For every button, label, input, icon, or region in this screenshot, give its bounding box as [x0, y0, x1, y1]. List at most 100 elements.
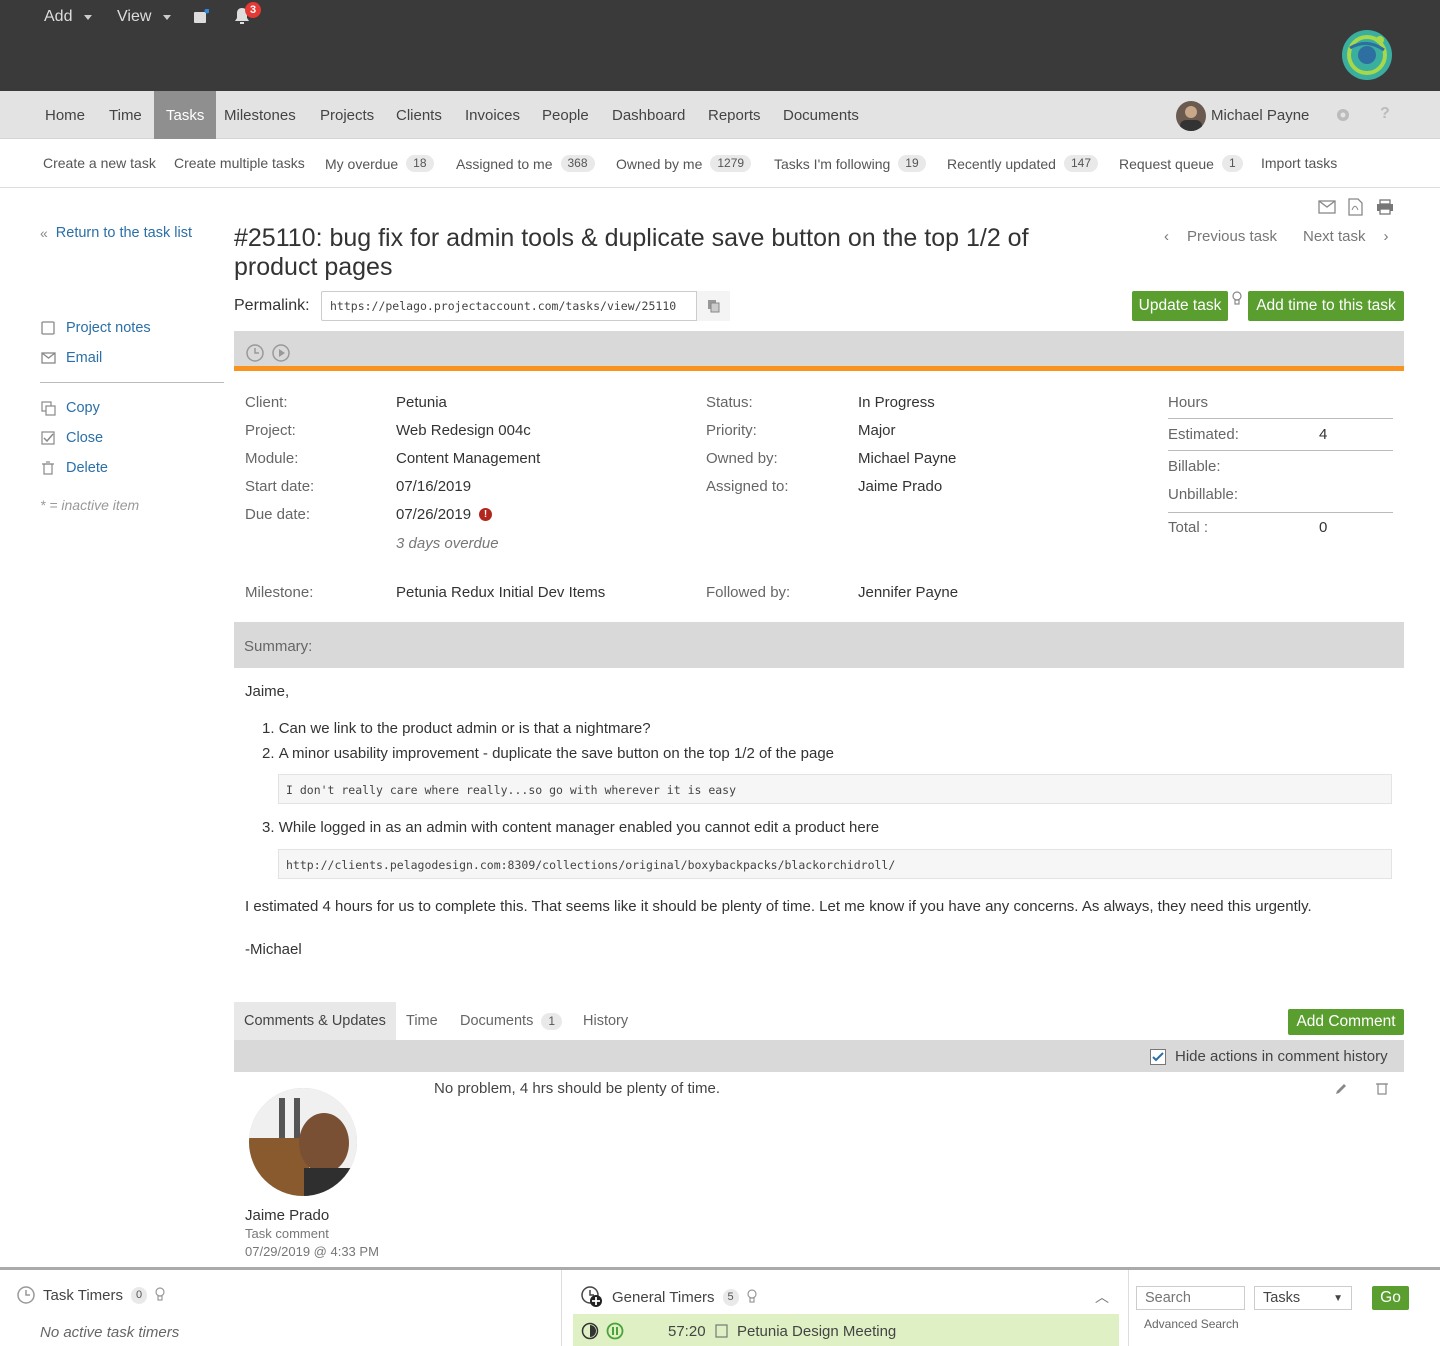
chevron-left-icon: ‹	[1164, 228, 1169, 245]
clock-icon	[17, 1286, 35, 1304]
nav-home[interactable]: Home	[45, 91, 85, 139]
search-input[interactable]	[1136, 1286, 1245, 1310]
chevron-up-icon[interactable]: ︿	[1095, 1287, 1109, 1307]
update-task-button[interactable]: Update task	[1132, 291, 1228, 321]
pencil-icon[interactable]	[1334, 1082, 1348, 1099]
play-icon[interactable]	[272, 344, 290, 365]
app-logo-icon[interactable]	[1340, 28, 1394, 85]
client-value: Petunia	[396, 394, 447, 411]
timer-time: 57:20	[668, 1323, 706, 1340]
summary-header: Summary:	[234, 622, 1404, 668]
hours-divider	[1168, 418, 1393, 419]
nav-projects[interactable]: Projects	[320, 91, 374, 139]
caret-down-icon: ▼	[1333, 1292, 1343, 1304]
lightbulb-icon[interactable]	[747, 1289, 757, 1305]
nav-people[interactable]: People	[542, 91, 589, 139]
gear-icon[interactable]	[1335, 107, 1351, 126]
milestone-value[interactable]: Petunia Redux Initial Dev Items	[396, 584, 605, 601]
lightbulb-icon[interactable]	[155, 1287, 165, 1303]
search-scope-select[interactable]: Tasks ▼	[1254, 1286, 1352, 1310]
summary-list-item: 2. A minor usability improvement - dupli…	[262, 745, 835, 762]
recent-link[interactable]: Recently updated 147	[947, 155, 1098, 172]
request-queue-link[interactable]: Request queue 1	[1119, 155, 1243, 172]
nav-invoices[interactable]: Invoices	[465, 91, 520, 139]
nav-milestones[interactable]: Milestones	[224, 91, 296, 139]
trash-icon[interactable]	[1376, 1081, 1388, 1098]
timer-toggle-icon[interactable]	[581, 1322, 599, 1340]
create-task-link[interactable]: Create a new task	[43, 155, 156, 171]
lightbulb-icon[interactable]	[1232, 291, 1242, 310]
return-to-list-link[interactable]: «Return to the task list	[40, 225, 192, 241]
delete-link[interactable]: Delete	[40, 460, 108, 476]
pause-icon[interactable]	[606, 1322, 624, 1340]
notes-icon[interactable]	[193, 9, 209, 25]
nav-tasks[interactable]: Tasks	[154, 91, 217, 139]
view-menu[interactable]: View	[117, 8, 172, 26]
print-icon[interactable]	[1376, 199, 1394, 218]
owned-by-label: Owned by:	[706, 450, 778, 467]
summary-paragraph: I estimated 4 hours for us to complete t…	[245, 898, 1312, 915]
inactive-note: * = inactive item	[40, 497, 140, 513]
hours-heading: Hours	[1168, 394, 1209, 411]
nav-documents[interactable]: Documents	[783, 91, 859, 139]
owned-link[interactable]: Owned by me 1279	[616, 155, 752, 172]
notification-badge: 3	[245, 2, 261, 18]
hide-actions-toggle[interactable]: Hide actions in comment history	[1150, 1048, 1388, 1065]
no-active-timers: No active task timers	[40, 1324, 180, 1341]
alert-icon: !	[479, 508, 493, 521]
nav-clients[interactable]: Clients	[396, 91, 442, 139]
checkbox-checked-icon[interactable]	[1150, 1048, 1166, 1065]
note-icon[interactable]	[715, 1324, 728, 1338]
timer-row: 57:20 Petunia Design Meeting	[573, 1314, 1119, 1346]
task-timers-heading: Task Timers 0	[17, 1286, 165, 1304]
tab-documents[interactable]: Documents 1	[460, 1002, 563, 1040]
nav-reports[interactable]: Reports	[708, 91, 761, 139]
total-value: 0	[1319, 519, 1328, 536]
close-link[interactable]: Close	[40, 430, 103, 446]
email-link[interactable]: Email	[40, 350, 102, 366]
tab-history[interactable]: History	[583, 1002, 628, 1040]
email-task-icon[interactable]	[1318, 200, 1336, 217]
add-timer-icon[interactable]	[580, 1285, 604, 1309]
comment-text: No problem, 4 hrs should be plenty of ti…	[434, 1080, 720, 1097]
nav-dashboard[interactable]: Dashboard	[612, 91, 685, 139]
permalink-field[interactable]: https://pelago.projectaccount.com/tasks/…	[321, 291, 730, 321]
previous-task-link[interactable]: ‹ Previous task	[1164, 228, 1277, 245]
milestone-label: Milestone:	[245, 584, 314, 601]
chevron-right-icon: ›	[1383, 228, 1389, 245]
advanced-search-link[interactable]: Advanced Search	[1144, 1317, 1239, 1331]
footer-timers: Task Timers 0 No active task timers Gene…	[0, 1267, 1440, 1346]
pdf-icon[interactable]	[1348, 198, 1363, 219]
count-badge: 1279	[710, 155, 752, 172]
my-overdue-link[interactable]: My overdue 18	[325, 155, 434, 172]
create-multiple-link[interactable]: Create multiple tasks	[174, 155, 305, 171]
add-comment-button[interactable]: Add Comment	[1288, 1009, 1404, 1035]
user-name[interactable]: Michael Payne	[1211, 91, 1309, 139]
count-badge: 368	[560, 155, 595, 172]
import-tasks-link[interactable]: Import tasks	[1261, 155, 1337, 171]
user-avatar[interactable]	[1176, 101, 1206, 131]
tab-comments[interactable]: Comments & Updates	[234, 1002, 396, 1040]
copy-link[interactable]: Copy	[40, 400, 100, 416]
help-icon[interactable]: ?	[1380, 105, 1390, 123]
copy-permalink-button[interactable]	[696, 291, 730, 321]
module-label: Module:	[245, 450, 299, 467]
clock-icon[interactable]	[246, 344, 264, 365]
tab-time[interactable]: Time	[406, 1002, 438, 1040]
envelope-icon	[40, 350, 56, 366]
add-menu[interactable]: Add	[44, 8, 93, 26]
due-date-label: Due date:	[245, 506, 311, 523]
project-notes-link[interactable]: Project notes	[40, 320, 151, 336]
timer-name: Petunia Design Meeting	[737, 1323, 897, 1340]
hours-divider	[1168, 450, 1393, 451]
following-link[interactable]: Tasks I'm following 19	[774, 155, 926, 172]
unbillable-label: Unbillable:	[1168, 486, 1239, 503]
nav-time[interactable]: Time	[109, 91, 142, 139]
next-task-link[interactable]: Next task ›	[1303, 228, 1389, 245]
add-time-button[interactable]: Add time to this task	[1248, 291, 1404, 321]
assigned-link[interactable]: Assigned to me 368	[456, 155, 595, 172]
status-value: In Progress	[858, 394, 935, 411]
go-button[interactable]: Go	[1372, 1286, 1409, 1310]
checkbox-checked-icon	[40, 430, 56, 446]
comment-type: Task comment	[245, 1226, 329, 1241]
